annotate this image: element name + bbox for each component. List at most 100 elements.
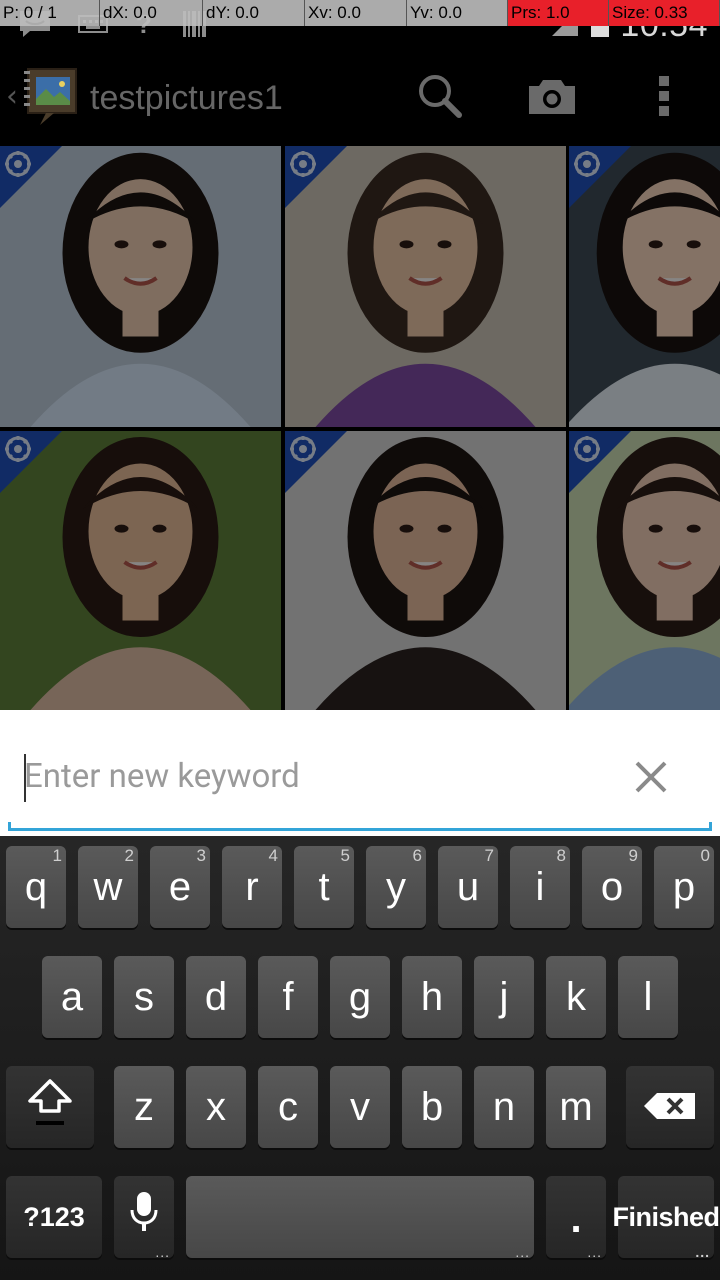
key-hint-label: 4 <box>268 846 278 865</box>
key-label: h <box>420 974 444 1019</box>
key-label: e <box>168 864 192 909</box>
key-label: d <box>204 974 228 1019</box>
key-label: m <box>559 1084 593 1129</box>
key-label: k <box>566 974 586 1019</box>
pointer-dy: dY: 0.0 <box>203 0 305 26</box>
key-j[interactable]: j <box>474 956 534 1038</box>
key-b[interactable]: b <box>402 1066 462 1148</box>
key-hint-label: 9 <box>628 846 638 865</box>
keyword-input[interactable] <box>24 740 604 812</box>
key-l[interactable]: l <box>618 956 678 1038</box>
finished-key-label: Finished <box>612 1201 720 1232</box>
close-icon <box>633 759 669 799</box>
key-m[interactable]: m <box>546 1066 606 1148</box>
key-f[interactable]: f <box>258 956 318 1038</box>
key-i[interactable]: i8 <box>510 846 570 928</box>
camera-icon <box>527 76 577 120</box>
camera-button[interactable] <box>512 50 592 146</box>
pointer-yv: Yv: 0.0 <box>407 0 508 26</box>
period-key-label: . <box>570 1197 582 1241</box>
app-logo-icon <box>22 65 80 131</box>
pointer-location-overlay: P: 0 / 1 dX: 0.0 dY: 0.0 Xv: 0.0 Yv: 0.0… <box>0 0 720 26</box>
pointer-dx: dX: 0.0 <box>100 0 203 26</box>
key-o[interactable]: o9 <box>582 846 642 928</box>
key-label: r <box>245 864 259 909</box>
key-t[interactable]: t5 <box>294 846 354 928</box>
key-hint-label: 6 <box>412 846 422 865</box>
key-label: u <box>456 864 480 909</box>
key-u[interactable]: u7 <box>438 846 498 928</box>
key-k[interactable]: k <box>546 956 606 1038</box>
key-label: b <box>420 1084 444 1129</box>
key-n[interactable]: n <box>474 1066 534 1148</box>
key-label: g <box>348 974 372 1019</box>
key-hint-label: 0 <box>700 846 710 865</box>
search-icon <box>416 72 464 124</box>
photo-tile[interactable] <box>285 431 566 710</box>
key-label: s <box>134 974 154 1019</box>
key-d[interactable]: d <box>186 956 246 1038</box>
shift-key[interactable] <box>6 1066 94 1148</box>
period-key[interactable]: .... <box>546 1176 606 1259</box>
camera-badge-icon <box>0 146 62 208</box>
key-p[interactable]: p0 <box>654 846 714 928</box>
key-x[interactable]: x <box>186 1066 246 1148</box>
photo-grid <box>0 146 720 710</box>
up-button[interactable]: ‹ testpictures1 <box>0 50 310 146</box>
keyword-panel <box>0 710 720 836</box>
key-label: y <box>386 864 406 909</box>
key-z[interactable]: z <box>114 1066 174 1148</box>
photo-tile[interactable] <box>0 431 281 710</box>
clear-button[interactable] <box>620 748 682 810</box>
pointer-pressure: Prs: 1.0 <box>508 0 609 26</box>
key-w[interactable]: w2 <box>78 846 138 928</box>
key-c[interactable]: c <box>258 1066 318 1148</box>
overflow-menu-button[interactable] <box>624 50 704 146</box>
key-y[interactable]: y6 <box>366 846 426 928</box>
key-hint-label: 5 <box>340 846 350 865</box>
key-label: a <box>60 974 84 1019</box>
backspace-key[interactable] <box>626 1066 714 1148</box>
photo-tile[interactable] <box>569 146 720 427</box>
key-label: c <box>278 1084 298 1129</box>
key-label: o <box>600 864 624 909</box>
search-button[interactable] <box>400 50 480 146</box>
pointer-size: Size: 0.33 <box>609 0 720 26</box>
camera-badge-icon <box>285 146 347 208</box>
key-label: t <box>318 864 330 909</box>
finished-key[interactable]: Finished... <box>613 1176 720 1260</box>
key-label: q <box>24 864 48 909</box>
microphone-icon <box>129 1190 159 1244</box>
space-key[interactable]: ... <box>186 1176 534 1259</box>
more-options-indicator: ... <box>695 1244 710 1260</box>
key-v[interactable]: v <box>330 1066 390 1148</box>
backspace-icon <box>643 1085 697 1130</box>
key-r[interactable]: r4 <box>222 846 282 928</box>
key-h[interactable]: h <box>402 956 462 1038</box>
key-hint-label: 7 <box>484 846 494 865</box>
key-g[interactable]: g <box>330 956 390 1038</box>
key-hint-label: 3 <box>196 846 206 865</box>
camera-badge-icon <box>569 431 631 493</box>
photo-tile[interactable] <box>285 146 566 427</box>
key-label: i <box>535 864 545 909</box>
key-label: x <box>206 1084 226 1129</box>
key-hint-label: 1 <box>52 846 62 865</box>
pointer-xv: Xv: 0.0 <box>305 0 407 26</box>
photo-tile[interactable] <box>569 431 720 710</box>
action-bar: ‹ testpictures1 <box>0 50 720 146</box>
pointer-count: P: 0 / 1 <box>0 0 100 26</box>
key-label: w <box>93 864 123 909</box>
more-options-indicator: ... <box>155 1244 170 1260</box>
key-e[interactable]: e3 <box>150 846 210 928</box>
page-title: testpictures1 <box>90 78 283 117</box>
key-a[interactable]: a <box>42 956 102 1038</box>
voice-input-key[interactable]: ... <box>114 1176 174 1260</box>
key-label: p <box>672 864 696 909</box>
camera-badge-icon <box>285 431 347 493</box>
symbols-key[interactable]: ?123 <box>6 1176 102 1258</box>
camera-badge-icon <box>0 431 62 493</box>
key-q[interactable]: q1 <box>6 846 66 928</box>
photo-tile[interactable] <box>0 146 281 427</box>
key-s[interactable]: s <box>114 956 174 1038</box>
